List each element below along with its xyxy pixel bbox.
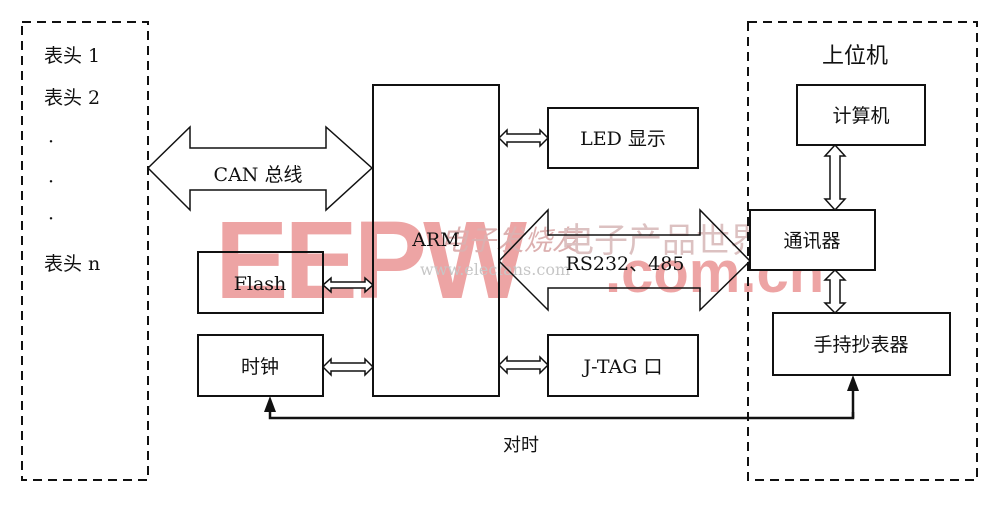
serial-bus-label: RS232、485 — [566, 253, 685, 275]
system-block-diagram: EEPW .com.cn 电子发烧友 电子产品世界 www.elecfans.c… — [0, 0, 999, 506]
arm-led-arrow — [497, 128, 550, 148]
communicator-label: 通讯器 — [783, 230, 840, 252]
computer-communicator-arrow — [823, 143, 847, 212]
computer-label: 计算机 — [832, 105, 889, 127]
watermark-url: www.elecfans.com — [420, 260, 570, 279]
can-bus-label: CAN 总线 — [214, 164, 303, 186]
arm-label: ARM — [411, 229, 459, 251]
flash-label: Flash — [234, 273, 287, 295]
clock-arm-arrow — [321, 357, 375, 377]
time-sync-line — [268, 412, 855, 420]
meter-n-label: 表头 n — [44, 253, 100, 275]
communicator-handheld-arrow — [823, 268, 847, 315]
time-sync-arrowhead-handheld — [847, 375, 859, 391]
watermark: EEPW .com.cn 电子发烧友 电子产品世界 www.elecfans.c… — [215, 199, 824, 322]
handheld-reader-label: 手持抄表器 — [813, 334, 908, 356]
meter-1-label: 表头 1 — [44, 45, 100, 67]
arm-jtag-arrow — [497, 355, 550, 375]
meter-2-label: 表头 2 — [44, 87, 100, 109]
ellipsis-dot: · — [48, 208, 54, 230]
ellipsis-dot: · — [48, 171, 54, 193]
host-title: 上位机 — [822, 44, 888, 69]
time-sync-arrowhead-clock — [264, 396, 276, 412]
time-sync-label: 对时 — [503, 435, 539, 456]
clock-label: 时钟 — [241, 356, 279, 378]
diagram-svg: EEPW .com.cn 电子发烧友 电子产品世界 www.elecfans.c… — [21, 21, 978, 481]
jtag-label: J-TAG 口 — [582, 356, 663, 378]
led-display-label: LED 显示 — [580, 128, 666, 150]
ellipsis-dot: · — [48, 131, 54, 153]
